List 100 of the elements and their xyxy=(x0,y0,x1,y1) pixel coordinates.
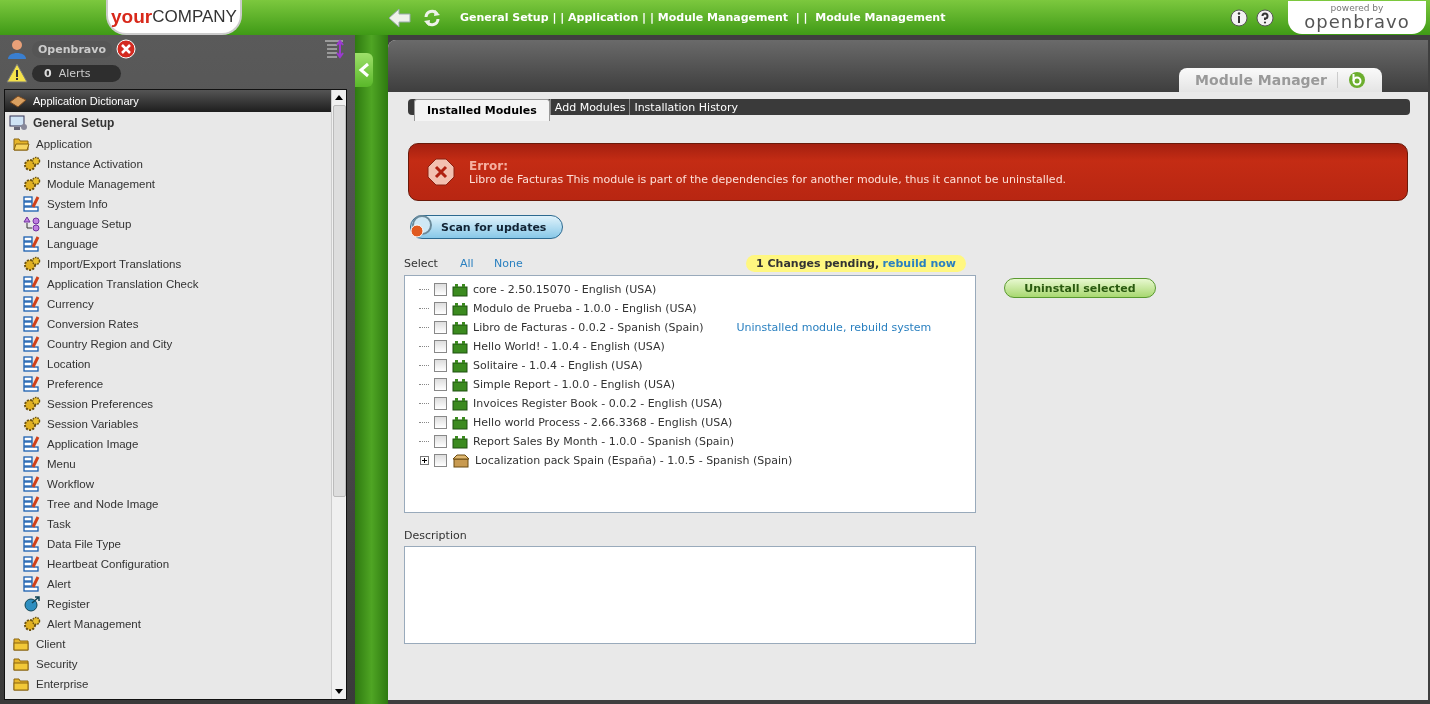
menu-item[interactable]: Language xyxy=(5,234,331,254)
checkbox[interactable] xyxy=(434,340,447,353)
block-icon xyxy=(452,434,468,449)
menu-item[interactable]: Preference xyxy=(5,374,331,394)
block-icon xyxy=(452,396,468,411)
menu-item[interactable]: Module Management xyxy=(5,174,331,194)
checkbox[interactable] xyxy=(434,435,447,448)
checkbox[interactable] xyxy=(434,397,447,410)
refresh-icon[interactable] xyxy=(422,7,442,28)
menu-item[interactable]: Application Translation Check xyxy=(5,274,331,294)
menu-item[interactable]: Task xyxy=(5,514,331,534)
block-icon xyxy=(452,377,468,392)
folder-icon xyxy=(13,677,30,691)
form-icon xyxy=(23,276,41,292)
checkbox[interactable] xyxy=(434,283,447,296)
error-message: Libro de Facturas This module is part of the dependencies for another module, thus it cannot be uninstalled. xyxy=(469,172,1067,186)
checkbox[interactable] xyxy=(434,321,447,334)
scan-updates-button[interactable]: Scan for updates xyxy=(410,215,564,239)
menu-item[interactable]: Data File Type xyxy=(5,534,331,554)
tab[interactable]: Installation History xyxy=(629,99,742,115)
help-icon[interactable] xyxy=(1256,8,1274,27)
block-icon xyxy=(452,320,468,335)
expand-icon[interactable] xyxy=(420,456,429,465)
menu-item[interactable]: Application Image xyxy=(5,434,331,454)
menu-item[interactable]: Tree and Node Image xyxy=(5,494,331,514)
form-icon xyxy=(23,236,41,252)
form-icon xyxy=(23,536,41,552)
form-icon xyxy=(23,316,41,332)
module-name: Report Sales By Month - 1.0.0 - Spanish (Spain) xyxy=(473,435,734,448)
menu-item[interactable]: Register xyxy=(5,594,331,614)
form-icon xyxy=(23,496,41,512)
alerts-counter[interactable]: 0 Alerts xyxy=(32,64,121,82)
gear-icon xyxy=(23,396,41,412)
company-logo: yourCOMPANY xyxy=(106,0,242,35)
box-icon xyxy=(452,453,470,468)
block-icon xyxy=(452,301,468,316)
form-icon xyxy=(23,576,41,592)
globe-icon xyxy=(23,596,41,612)
menu-item[interactable]: System Info xyxy=(5,194,331,214)
menu-section[interactable]: Application Dictionary xyxy=(5,90,331,112)
menu-item[interactable]: Menu xyxy=(5,454,331,474)
module-name: Simple Report - 1.0.0 - English (USA) xyxy=(473,378,675,391)
checkbox[interactable] xyxy=(434,416,447,429)
logout-icon[interactable] xyxy=(115,39,136,59)
menu-folder[interactable]: Enterprise xyxy=(5,674,331,694)
menu-section[interactable]: General Setup xyxy=(5,112,331,134)
description-field[interactable] xyxy=(404,546,976,644)
select-label: Select xyxy=(404,256,439,270)
checkbox[interactable] xyxy=(434,378,447,391)
form-icon xyxy=(23,196,41,212)
scroll-up-icon[interactable] xyxy=(335,95,343,100)
gear-icon xyxy=(23,256,41,272)
menu-item[interactable]: Conversion Rates xyxy=(5,314,331,334)
breadcrumb: General Setup | | Application | | Module Management | | Module Management xyxy=(460,11,946,24)
back-arrow-icon[interactable] xyxy=(388,6,412,29)
checkbox[interactable] xyxy=(434,302,447,315)
menu-folder[interactable]: Application xyxy=(5,134,331,154)
menu-item[interactable]: Session Preferences xyxy=(5,394,331,414)
rebuild-link[interactable]: rebuild now xyxy=(882,256,956,270)
pending-changes-notice: 1 Changes pending, rebuild now xyxy=(746,254,966,272)
menu-item[interactable]: Currency xyxy=(5,294,331,314)
menu-item[interactable]: Alert Management xyxy=(5,614,331,634)
menu-item[interactable]: Instance Activation xyxy=(5,154,331,174)
user-icon xyxy=(6,39,28,59)
brand-icon xyxy=(1348,71,1366,89)
module-status-link[interactable]: Uninstalled module, rebuild system xyxy=(736,321,932,334)
block-icon xyxy=(452,282,468,297)
scroll-down-icon[interactable] xyxy=(335,689,343,694)
menu-item[interactable]: Alert xyxy=(5,574,331,594)
tab[interactable]: Installed Modules xyxy=(414,99,550,121)
menu-item[interactable]: Heartbeat Configuration xyxy=(5,554,331,574)
menu-item[interactable]: Language Setup xyxy=(5,214,331,234)
uninstall-button[interactable]: Uninstall selected xyxy=(1004,278,1156,298)
scrollbar[interactable] xyxy=(331,90,346,699)
select-none-link[interactable]: None xyxy=(494,256,528,270)
menu-item[interactable]: Import/Export Translations xyxy=(5,254,331,274)
tab[interactable]: Add Modules xyxy=(549,99,630,115)
error-title: Error: xyxy=(469,158,509,173)
gear-icon xyxy=(23,616,41,632)
collapse-panel-button[interactable] xyxy=(355,53,373,87)
menu-item[interactable]: Workflow xyxy=(5,474,331,494)
menu-item[interactable]: Session Variables xyxy=(5,414,331,434)
select-all-link[interactable]: All xyxy=(460,256,494,270)
folder-icon xyxy=(13,657,30,671)
menu-item[interactable]: Location xyxy=(5,354,331,374)
folder-icon xyxy=(13,637,30,651)
form-icon xyxy=(23,456,41,472)
checkbox[interactable] xyxy=(434,359,447,372)
form-icon xyxy=(23,376,41,392)
module-name: Localization pack Spain (España) - 1.0.5 - Spanish (Spain) xyxy=(475,454,793,467)
checkbox[interactable] xyxy=(434,454,447,467)
menu-folder[interactable]: Security xyxy=(5,654,331,674)
description-label: Description xyxy=(404,529,468,542)
collapse-all-icon[interactable] xyxy=(323,39,345,59)
menu-folder[interactable]: Client xyxy=(5,634,331,654)
module-name: Solitaire - 1.0.4 - English (USA) xyxy=(473,359,643,372)
info-icon[interactable] xyxy=(1230,8,1248,27)
form-icon xyxy=(23,556,41,572)
menu-item[interactable]: Country Region and City xyxy=(5,334,331,354)
block-icon xyxy=(452,358,468,373)
